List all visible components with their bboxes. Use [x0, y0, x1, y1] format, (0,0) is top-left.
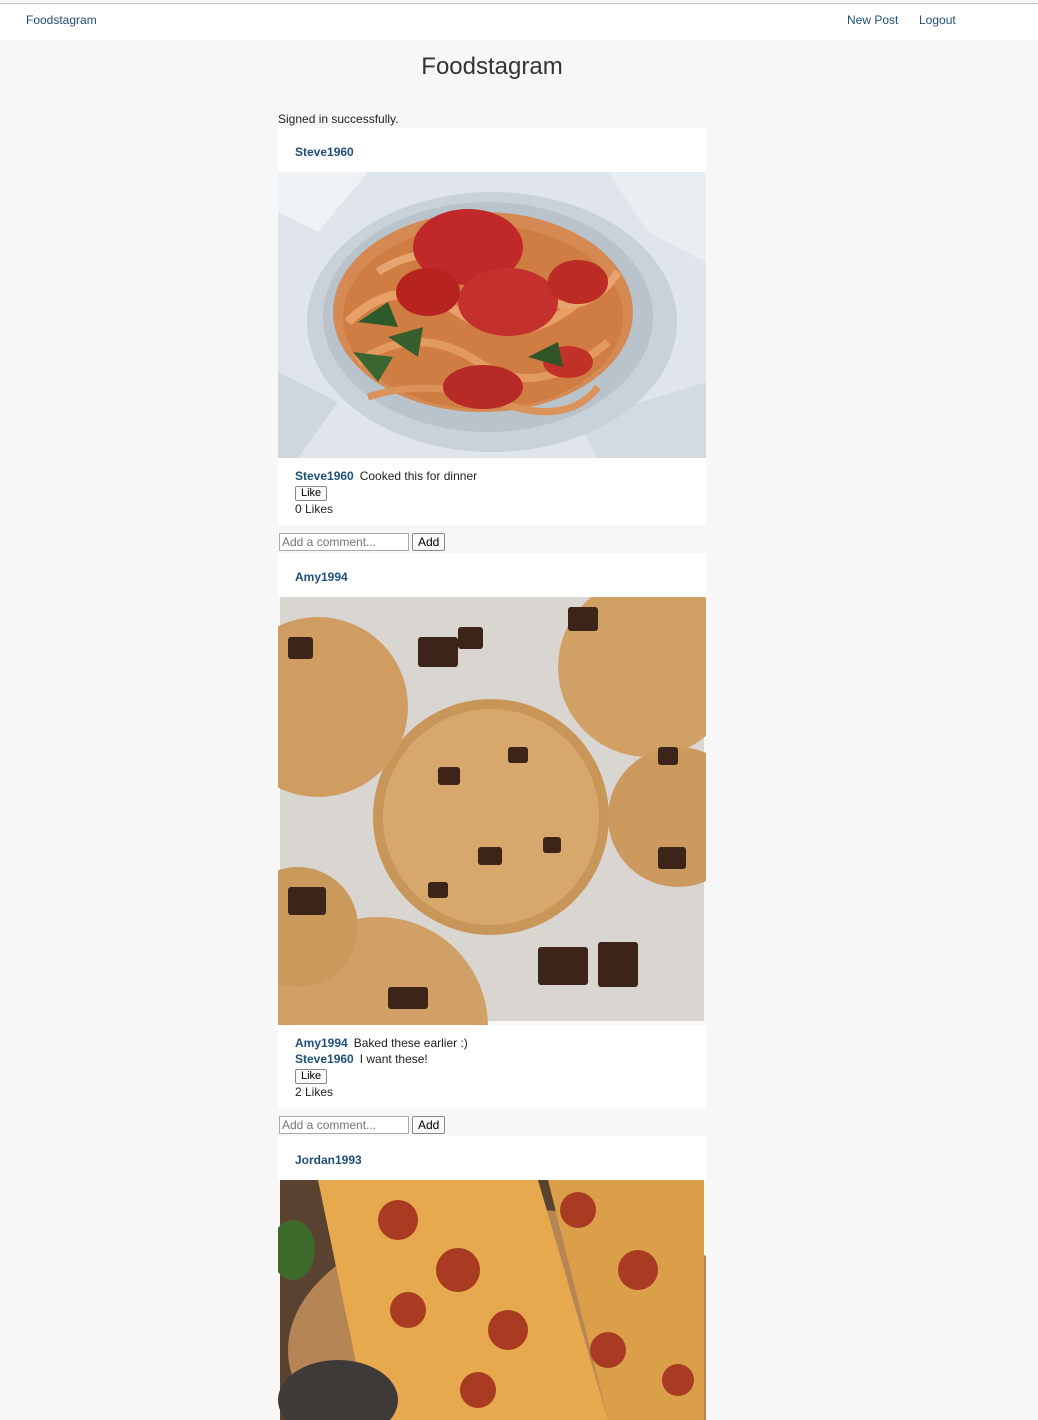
cookies-image — [278, 597, 706, 1025]
page-title: Foodstagram — [421, 53, 563, 80]
post-header: Amy1994 — [278, 553, 706, 597]
comment-input[interactable] — [279, 533, 409, 551]
comment-form: Add — [278, 525, 706, 553]
comment-form: Add — [278, 1108, 706, 1136]
brand-link[interactable]: Foodstagram — [26, 13, 97, 27]
post-photo-pasta — [278, 172, 706, 458]
caption-text: Baked these earlier :) — [353, 1036, 468, 1050]
comment-text: I want these! — [359, 1052, 428, 1066]
caption-author-link[interactable]: Steve1960 — [295, 469, 354, 483]
post-author-link[interactable]: Steve1960 — [295, 145, 354, 159]
caption-author-link[interactable]: Amy1994 — [295, 1036, 348, 1050]
caption-line: Steve1960 Cooked this for dinner — [295, 468, 706, 484]
like-button[interactable]: Like — [295, 486, 328, 501]
post-feed: Steve1960 Steve1960 Cooked this for dinn… — [278, 128, 706, 1420]
comment-input[interactable] — [279, 1116, 409, 1134]
top-navbar: Foodstagram New Post Logout — [0, 3, 1038, 40]
like-count: 2 Likes — [295, 1085, 334, 1099]
comment-author-link[interactable]: Steve1960 — [295, 1052, 354, 1066]
pasta-image — [278, 172, 706, 458]
caption-text: Cooked this for dinner — [359, 469, 478, 483]
pizza-image — [278, 1180, 706, 1420]
flash-message: Signed in successfully. — [278, 112, 399, 126]
new-post-link[interactable]: New Post — [847, 13, 898, 27]
add-comment-button[interactable]: Add — [412, 1116, 446, 1134]
post-header: Steve1960 — [278, 128, 706, 172]
post-card: Steve1960 Steve1960 Cooked this for dinn… — [278, 128, 706, 553]
post-author-link[interactable]: Jordan1993 — [295, 1153, 362, 1167]
post-photo-pizza — [278, 1180, 706, 1420]
logout-link[interactable]: Logout — [919, 13, 956, 27]
post-photo-cookies — [278, 597, 706, 1025]
post-body: Amy1994 Baked these earlier :) Steve1960 I… — [278, 1025, 706, 1108]
like-count: 0 Likes — [295, 502, 334, 516]
post-card: Jordan1993 — [278, 1136, 706, 1420]
like-button[interactable]: Like — [295, 1069, 328, 1084]
caption-line: Amy1994 Baked these earlier :) — [295, 1035, 706, 1051]
comment-line: Steve1960 I want these! — [295, 1051, 706, 1067]
post-body: Steve1960 Cooked this for dinner Like 0 L… — [278, 458, 706, 525]
post-author-link[interactable]: Amy1994 — [295, 570, 348, 584]
post-card: Amy1994 Amy1994 Baked these earlier:) S… — [278, 553, 706, 1136]
post-header: Jordan1993 — [278, 1136, 706, 1180]
add-comment-button[interactable]: Add — [412, 533, 446, 551]
